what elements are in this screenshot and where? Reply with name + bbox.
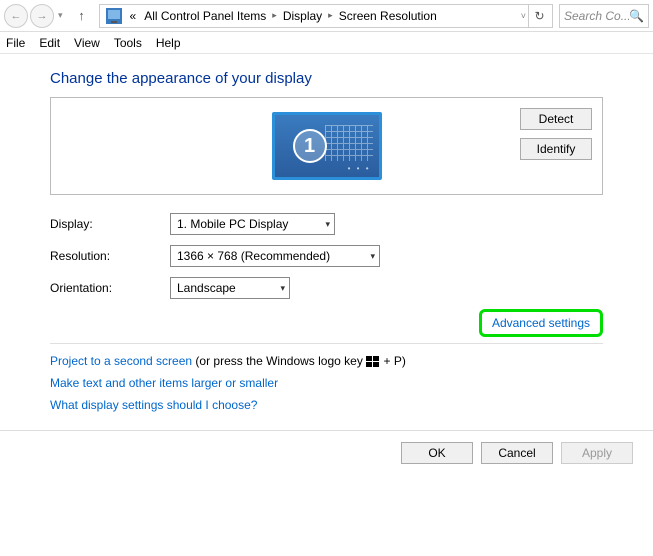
- resolution-dropdown[interactable]: 1366 × 768 (Recommended): [170, 245, 380, 267]
- display-label: Display:: [50, 217, 170, 231]
- breadcrumb-item[interactable]: All Control Panel Items: [140, 9, 270, 23]
- footer-buttons: OK Cancel Apply: [0, 430, 653, 474]
- ok-button[interactable]: OK: [401, 442, 473, 464]
- chevron-right-icon[interactable]: ▸: [270, 10, 279, 21]
- identify-button[interactable]: Identify: [520, 138, 592, 160]
- menu-file[interactable]: File: [6, 36, 25, 50]
- arrow-up-icon: ↑: [78, 8, 85, 23]
- monitor-number: 1: [293, 129, 327, 163]
- menu-tools[interactable]: Tools: [114, 36, 142, 50]
- windows-key-icon: [366, 356, 380, 368]
- project-second-screen-link[interactable]: Project to a second screen: [50, 354, 192, 368]
- display-preview-box: 1 • • • Detect Identify: [50, 97, 603, 195]
- arrow-right-icon: →: [37, 10, 48, 22]
- menu-edit[interactable]: Edit: [39, 36, 60, 50]
- monitor-dots-icon: • • •: [348, 164, 371, 173]
- project-text-end: + P): [380, 354, 406, 368]
- page-title: Change the appearance of your display: [50, 70, 603, 87]
- display-dropdown[interactable]: 1. Mobile PC Display: [170, 213, 335, 235]
- forward-button[interactable]: →: [30, 4, 54, 28]
- monitor-grid-icon: [325, 125, 373, 161]
- back-button[interactable]: ←: [4, 4, 28, 28]
- menu-help[interactable]: Help: [156, 36, 181, 50]
- address-dropdown-icon[interactable]: ˅: [519, 11, 528, 21]
- text-size-link[interactable]: Make text and other items larger or smal…: [50, 376, 278, 390]
- history-dropdown-icon[interactable]: ▾: [56, 10, 65, 21]
- control-panel-icon: [106, 8, 122, 24]
- search-input[interactable]: Search Co... 🔍: [559, 4, 649, 28]
- address-bar[interactable]: « All Control Panel Items ▸ Display ▸ Sc…: [99, 4, 553, 28]
- breadcrumb-item[interactable]: Display: [279, 9, 326, 23]
- apply-button: Apply: [561, 442, 633, 464]
- refresh-button[interactable]: ↻: [528, 5, 550, 27]
- advanced-settings-link[interactable]: Advanced settings: [479, 309, 603, 337]
- up-button[interactable]: ↑: [71, 5, 93, 27]
- menubar: File Edit View Tools Help: [0, 32, 653, 54]
- arrow-left-icon: ←: [11, 10, 22, 22]
- chevron-right-icon[interactable]: ▸: [326, 10, 335, 21]
- search-icon: 🔍: [629, 9, 644, 23]
- resolution-label: Resolution:: [50, 249, 170, 263]
- breadcrumb-item[interactable]: Screen Resolution: [335, 9, 441, 23]
- breadcrumb-prefix: «: [126, 9, 141, 23]
- orientation-label: Orientation:: [50, 281, 170, 295]
- refresh-icon: ↻: [534, 9, 544, 23]
- search-placeholder: Search Co...: [564, 9, 629, 23]
- detect-button[interactable]: Detect: [520, 108, 592, 130]
- orientation-value: Landscape: [177, 281, 236, 295]
- project-text: (or press the Windows logo key: [192, 354, 366, 368]
- cancel-button[interactable]: Cancel: [481, 442, 553, 464]
- titlebar: ← → ▾ ↑ « All Control Panel Items ▸ Disp…: [0, 0, 653, 32]
- menu-view[interactable]: View: [74, 36, 100, 50]
- orientation-dropdown[interactable]: Landscape: [170, 277, 290, 299]
- resolution-value: 1366 × 768 (Recommended): [177, 249, 330, 263]
- content-area: Change the appearance of your display 1 …: [0, 54, 653, 430]
- which-settings-link[interactable]: What display settings should I choose?: [50, 398, 257, 412]
- display-value: 1. Mobile PC Display: [177, 217, 288, 231]
- monitor-preview[interactable]: 1 • • •: [272, 112, 382, 180]
